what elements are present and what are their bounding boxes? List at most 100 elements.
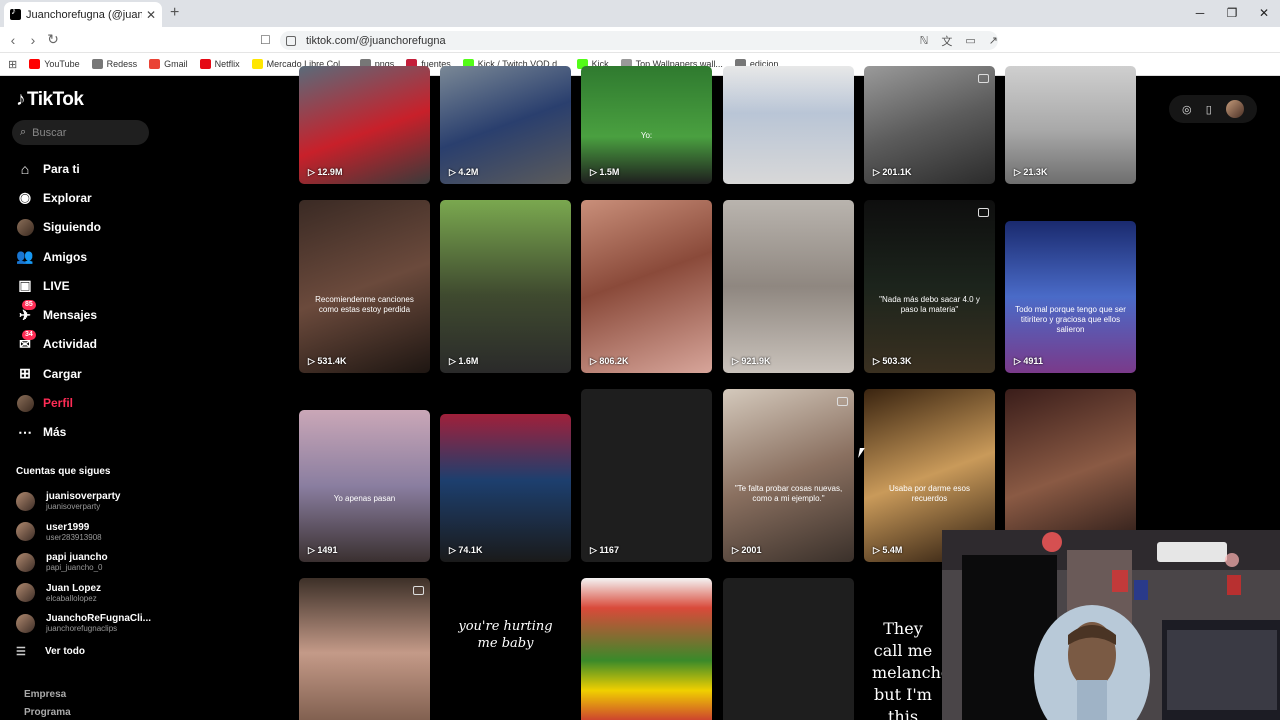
following-account[interactable]: JuanchoReFugnaCli... juanchorefugnaclips (16, 608, 151, 639)
apps-grid-icon[interactable]: ⊞ (8, 58, 17, 71)
video-thumbnail[interactable]: Yo apenas pasan ▷ 1491 (299, 410, 430, 562)
following-account[interactable]: Juan Lopez elcaballolopez (16, 578, 151, 609)
view-count-text: 806.2K (599, 356, 629, 366)
following-account[interactable]: juanisoverparty juanisoverparty (16, 486, 151, 517)
video-thumbnail[interactable]: ▷ 1167 (581, 389, 712, 562)
sidebar-item-label: Actividad (43, 337, 98, 352)
see-all-button[interactable]: ☰ Ver todo (16, 645, 151, 658)
following-account[interactable]: user1999 user283913908 (16, 517, 151, 548)
friends-icon: 👥 (16, 248, 34, 265)
following-title: Cuentas que sigues (16, 466, 111, 477)
video-caption: Yo apenas pasan (333, 493, 396, 503)
list-icon: ☰ (16, 645, 26, 658)
footer-link-empresa[interactable]: Empresa (24, 689, 66, 700)
footer-link-programa[interactable]: Programa (24, 707, 71, 718)
bookmark-icon[interactable]: ☐ (260, 33, 271, 47)
url-field[interactable]: tiktok.com/@juanchorefugna ℕ 文 ▭ ↗ (280, 31, 998, 50)
view-count: ▷ 503.3K (873, 356, 911, 367)
bookmark-label: Netflix (214, 59, 240, 69)
sidebar-item-perfil[interactable]: Perfil (16, 388, 101, 417)
sidebar-item-amigos[interactable]: 👥 Amigos (16, 242, 101, 271)
new-tab-icon[interactable]: + (170, 4, 179, 22)
following-account[interactable]: papi juancho papi_juancho_0 (16, 547, 151, 578)
video-thumbnail[interactable]: ▷ 806.2K (581, 200, 712, 373)
sidebar-item-label: Más (43, 425, 67, 440)
bookmark-item[interactable]: Gmail (149, 59, 188, 69)
sidebar-item-mensajes[interactable]: ✈ 85 Mensajes (16, 300, 101, 329)
account-avatar (16, 583, 35, 603)
sidebar-item-siguiendo[interactable]: Siguiendo (16, 213, 101, 242)
video-thumbnail[interactable] (581, 578, 712, 720)
video-thumbnail[interactable]: ▷ 12.9M (299, 66, 430, 184)
close-window-icon[interactable]: ✕ (1248, 0, 1280, 27)
share-icon[interactable]: ↗ (989, 34, 998, 47)
webcam-scene (942, 530, 1280, 720)
site-info-icon[interactable] (286, 35, 296, 46)
view-count: ▷ 1491 (308, 545, 337, 556)
phone-icon[interactable]: ▯ (1206, 103, 1212, 116)
play-icon: ▷ (308, 545, 318, 555)
video-thumbnail[interactable]: "Te falta probar cosas nuevas, como a mi… (723, 389, 854, 562)
cast-icon[interactable]: ▭ (965, 34, 975, 47)
sidebar-item-label: Perfil (43, 396, 74, 411)
view-count: ▷ 531.4K (308, 356, 346, 367)
view-count-text: 531.4K (317, 356, 347, 366)
user-avatar[interactable] (1225, 100, 1244, 118)
video-thumbnail[interactable] (723, 66, 854, 184)
reload-icon[interactable]: ↻ (43, 31, 63, 48)
account-avatar (16, 552, 35, 572)
video-thumbnail[interactable]: They call me melancholic, but I'm this w… (864, 578, 942, 720)
bookmark-item[interactable]: Netflix (199, 59, 240, 69)
sidebar-item-actividad[interactable]: ✉ 34 Actividad (16, 329, 101, 359)
video-thumbnail[interactable]: Todo mal porque tengo que ser titiritero… (1005, 221, 1136, 373)
video-thumbnail[interactable]: ▷ 201.1K (864, 66, 995, 184)
video-thumbnail[interactable] (723, 578, 854, 720)
video-thumbnail[interactable]: ▷ 74.1K (440, 414, 571, 562)
sidebar-item-para-ti[interactable]: ⌂ Para ti (16, 154, 101, 183)
bookmark-item[interactable]: Redess (91, 59, 137, 69)
video-thumbnail[interactable]: ▷ 1.6M (440, 200, 571, 373)
compass-small-icon[interactable]: ◎ (1182, 103, 1192, 116)
view-count: ▷ 12.9M (308, 167, 342, 178)
sidebar-item-label: Mensajes (43, 308, 98, 323)
sidebar-item-explorar[interactable]: ◉ Explorar (16, 183, 101, 212)
search-icon: ⌕ (20, 126, 27, 138)
video-thumbnail[interactable] (299, 578, 430, 720)
view-count-text: 21.3K (1023, 167, 1048, 177)
live-icon: ▣ (18, 277, 32, 294)
window-controls: ─ ❐ ✕ (1184, 0, 1280, 27)
video-thumbnail[interactable]: "Nada más debo sacar 4.0 y paso la mater… (864, 200, 995, 373)
tiktok-logo[interactable]: ♪ TikTok (16, 89, 84, 111)
minimize-icon[interactable]: ─ (1184, 0, 1216, 27)
video-thumbnail[interactable]: Recomiendenme canciones como estas estoy… (299, 200, 430, 373)
view-count: ▷ 4911 (1014, 356, 1043, 367)
video-thumbnail[interactable]: Yo: ▷ 1.5M (581, 66, 712, 184)
forward-icon[interactable]: › (23, 32, 43, 48)
play-icon: ▷ (449, 167, 459, 177)
browser-tab[interactable]: Juanchorefugna (@juanchorefug... ✕ (4, 2, 162, 27)
tiktok-note-icon: ♪ (16, 89, 26, 110)
view-count-text: 921.9K (741, 356, 771, 366)
sidebar-item-cargar[interactable]: ⊞ Cargar (16, 359, 101, 388)
view-count-text: 503.3K (882, 356, 912, 366)
back-icon[interactable]: ‹ (3, 32, 23, 48)
profile-icon (16, 394, 34, 412)
view-count-text: 4911 (1023, 356, 1043, 366)
top-right-actions: ◎ ▯ (1169, 95, 1257, 123)
restore-icon[interactable]: ❐ (1216, 0, 1248, 27)
tracking-icon[interactable]: ℕ (920, 34, 929, 47)
video-thumbnail[interactable]: you're hurting me baby (440, 578, 571, 720)
view-count: ▷ 201.1K (873, 167, 911, 178)
home-icon: ⌂ (20, 160, 30, 177)
video-thumbnail[interactable]: ▷ 4.2M (440, 66, 571, 184)
video-thumbnail[interactable]: ▷ 921.9K (723, 200, 854, 373)
sidebar-item-live[interactable]: ▣ LIVE (16, 271, 101, 300)
account-avatar (16, 613, 35, 633)
close-tab-icon[interactable]: ✕ (146, 8, 156, 22)
bookmark-item[interactable]: YouTube (29, 59, 80, 69)
video-thumbnail[interactable]: ▷ 21.3K (1005, 66, 1136, 184)
bookmark-favicon-icon (149, 59, 161, 69)
search-input[interactable]: ⌕ Buscar (12, 120, 149, 145)
translate-icon[interactable]: 文 (941, 33, 952, 49)
sidebar-item-más[interactable]: ⋯ Más (16, 418, 101, 447)
